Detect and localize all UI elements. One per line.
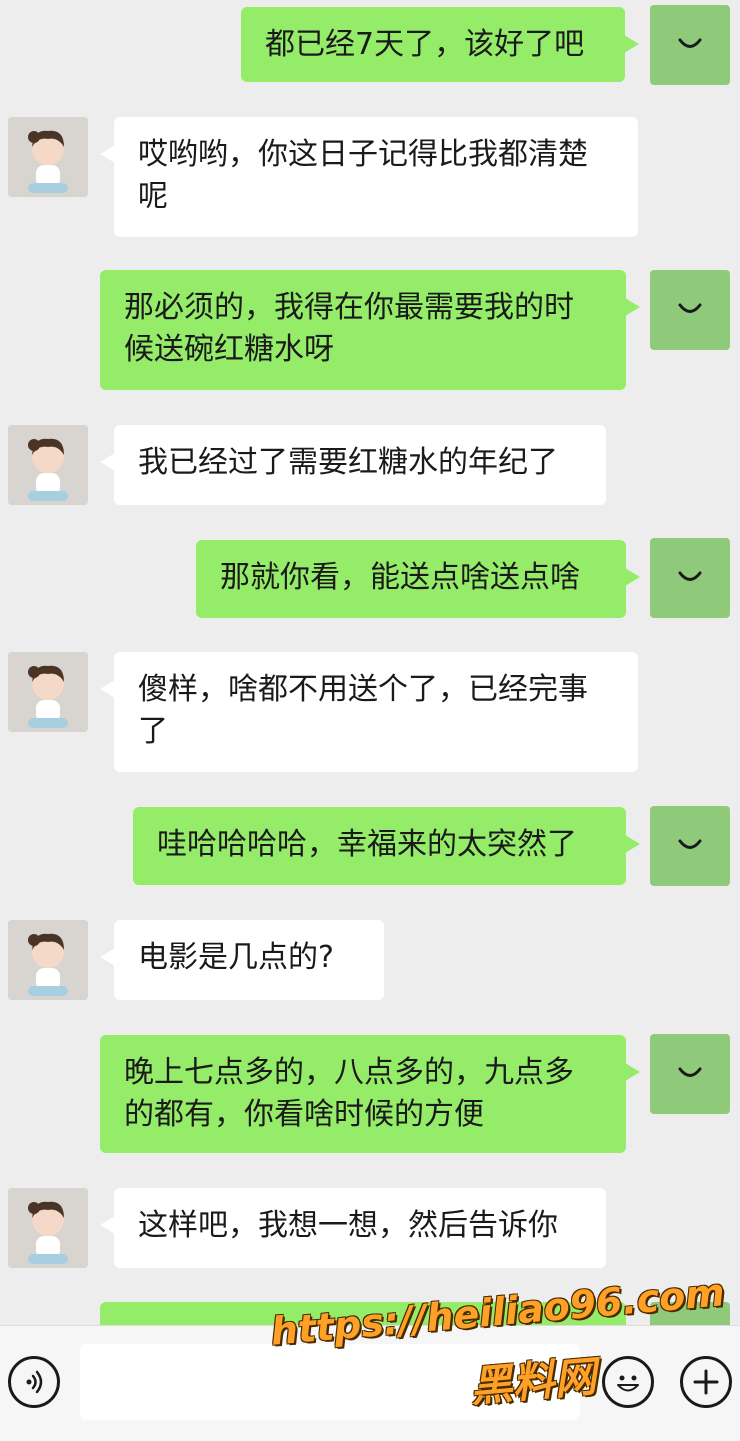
message-bubble-received[interactable]: 哎哟哟，你这日子记得比我都清楚呢	[100, 117, 638, 237]
emoji-button[interactable]	[602, 1356, 654, 1408]
message-bubble-sent[interactable]: 那必须的，我得在你最需要我的时候送碗红糖水呀	[100, 270, 640, 390]
smile-icon	[678, 839, 702, 849]
message-bubble-received[interactable]: 这样吧，我想一想，然后告诉你	[100, 1188, 606, 1268]
girl-avatar-icon	[8, 117, 88, 197]
avatar-contact[interactable]	[8, 920, 88, 1000]
girl-avatar-icon	[8, 920, 88, 1000]
smile-icon	[678, 303, 702, 313]
avatar-contact[interactable]	[8, 652, 88, 732]
smile-icon	[678, 571, 702, 581]
avatar-me[interactable]	[650, 5, 730, 85]
message-bubble-sent[interactable]: 哇哈哈哈哈，幸福来的太突然了	[133, 807, 640, 885]
message-bubble-sent[interactable]: 那就你看，能送点啥送点啥	[196, 540, 640, 618]
plus-button[interactable]	[680, 1356, 732, 1408]
message-bubble-received[interactable]: 傻样，啥都不用送个了，已经完事了	[100, 652, 638, 772]
girl-avatar-icon	[8, 652, 88, 732]
message-bubble-sent[interactable]: 晚上七点多的，八点多的，九点多的都有，你看啥时候的方便	[100, 1035, 640, 1153]
avatar-contact[interactable]	[8, 425, 88, 505]
avatar-me[interactable]	[650, 538, 730, 618]
smile-icon	[678, 1067, 702, 1077]
avatar-me[interactable]	[650, 806, 730, 886]
smile-icon	[678, 38, 702, 48]
watermark-name: 黑料网	[468, 1351, 599, 1412]
avatar-me[interactable]	[650, 1034, 730, 1114]
message-bubble-received[interactable]: 电影是几点的?	[100, 920, 384, 1000]
girl-avatar-icon	[8, 425, 88, 505]
avatar-contact[interactable]	[8, 117, 88, 197]
avatar-contact[interactable]	[8, 1188, 88, 1268]
message-bubble-sent[interactable]: 都已经7天了，该好了吧	[241, 7, 639, 82]
message-bubble-received[interactable]: 我已经过了需要红糖水的年纪了	[100, 425, 606, 505]
avatar-me[interactable]	[650, 270, 730, 350]
emoji-icon	[617, 1375, 639, 1392]
girl-avatar-icon	[8, 1188, 88, 1268]
voice-icon	[26, 1370, 43, 1394]
voice-button[interactable]	[8, 1356, 60, 1408]
chat-area[interactable]: 都已经7天了，该好了吧 哎哟哟，你这日子记得比我都清楚呢 那必须的，我得在你最需…	[0, 0, 740, 1325]
plus-icon	[693, 1369, 719, 1395]
